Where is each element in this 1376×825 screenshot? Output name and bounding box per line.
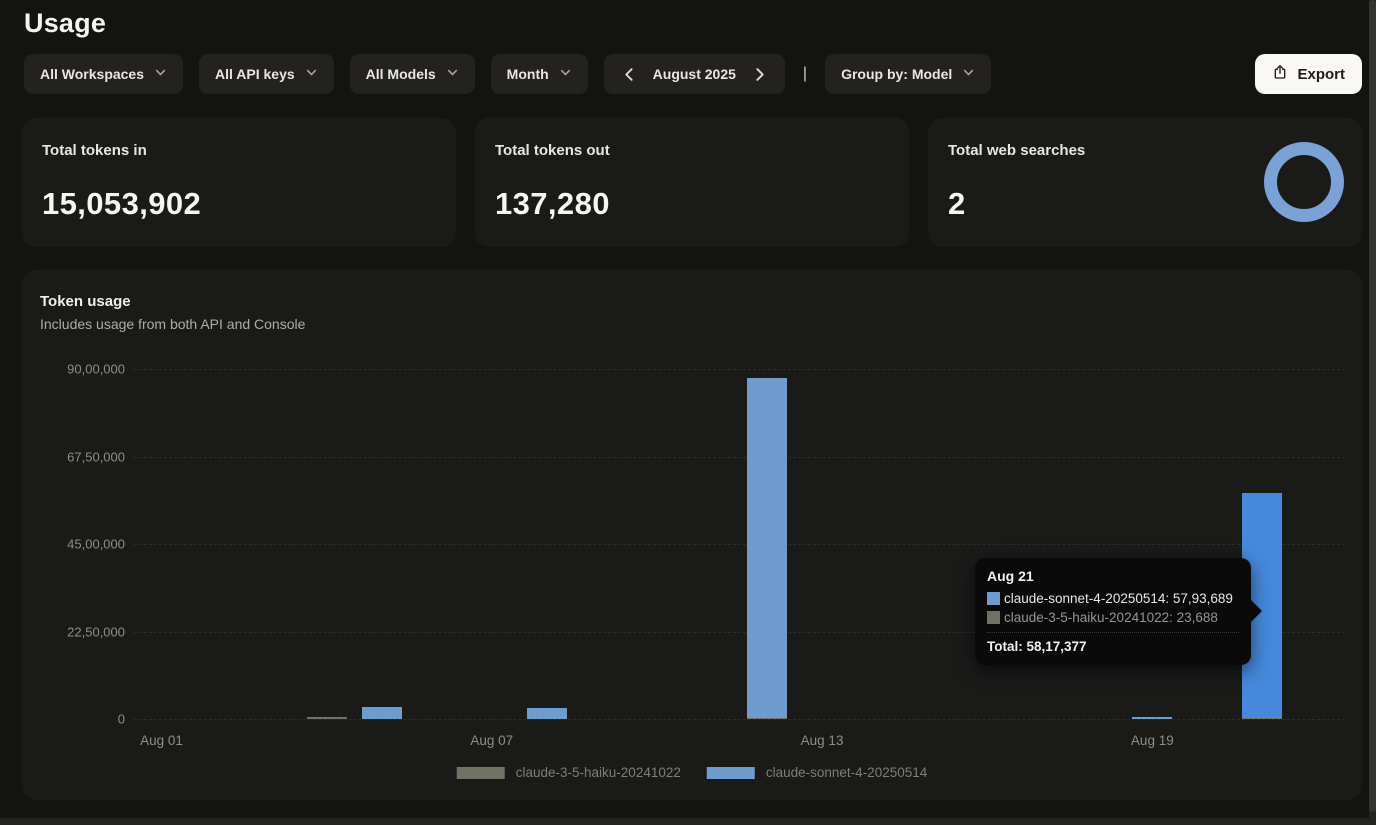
- prev-month-button[interactable]: [620, 65, 639, 84]
- stat-card-tokens-out: Total tokens out 137,280: [475, 118, 909, 247]
- y-axis-tick-label: 90,00,000: [22, 362, 125, 377]
- bar-aug-19-claude-sonnet-4-20250514[interactable]: [1132, 717, 1172, 719]
- haiku-swatch-icon: [987, 611, 1000, 624]
- web-searches-donut-chart: [1264, 142, 1344, 222]
- next-month-button[interactable]: [750, 65, 769, 84]
- bar-aug-12-claude-sonnet-4-20250514[interactable]: [747, 378, 787, 718]
- bar-aug-08-claude-sonnet-4-20250514[interactable]: [527, 708, 567, 719]
- filter-separator: |: [803, 65, 807, 83]
- gridline: [134, 719, 1345, 720]
- vertical-scrollbar-thumb[interactable]: [1369, 0, 1376, 812]
- month-navigator: August 2025: [604, 54, 785, 94]
- legend-item-haiku: claude-3-5-haiku-20241022: [457, 765, 681, 780]
- month-label: August 2025: [653, 66, 736, 82]
- period-filter-dropdown[interactable]: Month: [491, 54, 588, 94]
- sonnet-swatch-icon: [707, 767, 755, 779]
- filter-toolbar: All Workspaces All API keys All Models M…: [24, 54, 1362, 94]
- chevron-down-icon: [446, 66, 459, 82]
- gridline: [134, 457, 1345, 458]
- x-axis-tick-label: Aug 07: [470, 733, 513, 748]
- legend-item-sonnet: claude-sonnet-4-20250514: [707, 765, 927, 780]
- y-axis-tick-label: 22,50,000: [22, 624, 125, 639]
- group-by-dropdown[interactable]: Group by: Model: [825, 54, 991, 94]
- chevron-down-icon: [559, 66, 572, 82]
- gridline: [134, 544, 1345, 545]
- token-usage-card: Token usage Includes usage from both API…: [22, 270, 1362, 800]
- y-axis-tick-label: 67,50,000: [22, 449, 125, 464]
- chevron-down-icon: [154, 66, 167, 82]
- token-usage-bar-chart: 90,00,000 67,50,000 45,00,000 22,50,000 0 Aug…: [22, 270, 1362, 800]
- haiku-swatch-icon: [457, 767, 505, 779]
- tooltip-row-text: claude-3-5-haiku-20241022: 23,688: [1004, 610, 1218, 625]
- stats-row: Total tokens in 15,053,902 Total tokens …: [22, 118, 1362, 247]
- tooltip-date: Aug 21: [987, 568, 1239, 584]
- chart-tooltip: Aug 21 claude-sonnet-4-20250514: 57,93,6…: [975, 558, 1251, 665]
- model-filter-dropdown[interactable]: All Models: [350, 54, 475, 94]
- api-key-filter-label: All API keys: [215, 66, 295, 82]
- tooltip-row-text: claude-sonnet-4-20250514: 57,93,689: [1004, 591, 1233, 606]
- y-axis-tick-label: 0: [22, 712, 125, 727]
- x-axis-tick-label: Aug 13: [801, 733, 844, 748]
- gridline: [134, 369, 1345, 370]
- stat-label: Total tokens out: [495, 142, 889, 159]
- period-filter-label: Month: [507, 66, 549, 82]
- stat-card-web-searches: Total web searches 2: [928, 118, 1362, 247]
- workspace-filter-label: All Workspaces: [40, 66, 144, 82]
- vertical-scrollbar[interactable]: [1369, 0, 1376, 818]
- tooltip-total: Total: 58,17,377: [987, 632, 1239, 654]
- export-button[interactable]: Export: [1255, 54, 1362, 94]
- workspace-filter-dropdown[interactable]: All Workspaces: [24, 54, 183, 94]
- chevron-down-icon: [962, 66, 975, 82]
- page-title: Usage: [24, 8, 106, 39]
- legend-label: claude-sonnet-4-20250514: [766, 765, 927, 780]
- model-filter-label: All Models: [366, 66, 436, 82]
- stat-card-tokens-in: Total tokens in 15,053,902: [22, 118, 456, 247]
- sonnet-swatch-icon: [987, 592, 1000, 605]
- horizontal-scrollbar[interactable]: [0, 818, 1376, 825]
- tooltip-row-haiku: claude-3-5-haiku-20241022: 23,688: [987, 610, 1239, 625]
- stat-value: 137,280: [495, 186, 889, 222]
- y-axis-tick-label: 45,00,000: [22, 537, 125, 552]
- bar-aug-05-claude-sonnet-4-20250514[interactable]: [362, 707, 402, 719]
- bar-aug-04-claude-3-5-haiku-20241022[interactable]: [307, 717, 347, 719]
- share-icon: [1272, 64, 1288, 84]
- legend-label: claude-3-5-haiku-20241022: [516, 765, 681, 780]
- api-key-filter-dropdown[interactable]: All API keys: [199, 54, 334, 94]
- x-axis-tick-label: Aug 01: [140, 733, 183, 748]
- stat-value: 15,053,902: [42, 186, 436, 222]
- x-axis-tick-label: Aug 19: [1131, 733, 1174, 748]
- group-by-label: Group by: Model: [841, 66, 952, 82]
- tooltip-row-sonnet: claude-sonnet-4-20250514: 57,93,689: [987, 591, 1239, 606]
- chevron-down-icon: [305, 66, 318, 82]
- stat-label: Total tokens in: [42, 142, 436, 159]
- chart-legend: claude-3-5-haiku-20241022 claude-sonnet-…: [457, 765, 928, 780]
- export-button-label: Export: [1297, 66, 1345, 83]
